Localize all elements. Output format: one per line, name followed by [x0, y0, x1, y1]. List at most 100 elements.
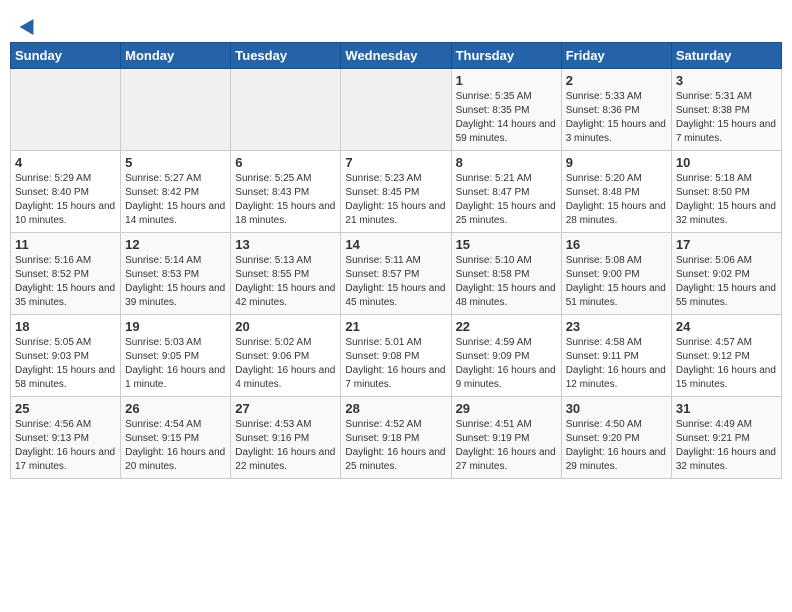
day-number: 27 [235, 401, 336, 416]
calendar-cell: 9 Sunrise: 5:20 AMSunset: 8:48 PMDaylight… [561, 151, 671, 233]
day-info: Sunrise: 5:13 AMSunset: 8:55 PMDaylight:… [235, 254, 336, 310]
day-info: Sunrise: 4:51 AMSunset: 9:19 PMDaylight:… [456, 418, 557, 474]
day-number: 22 [456, 319, 557, 334]
day-number: 17 [676, 237, 777, 252]
day-info: Sunrise: 5:06 AMSunset: 9:02 PMDaylight:… [676, 254, 777, 310]
calendar-cell: 13 Sunrise: 5:13 AMSunset: 8:55 PMDayligh… [231, 233, 341, 315]
calendar-cell: 28Sunrise: 4:52 AMSunset: 9:18 PMDayligh… [341, 397, 451, 479]
day-info: Sunrise: 4:53 AMSunset: 9:16 PMDaylight:… [235, 418, 336, 474]
day-number: 6 [235, 155, 336, 170]
day-info: Sunrise: 4:57 AMSunset: 9:12 PMDaylight:… [676, 336, 777, 392]
day-number: 8 [456, 155, 557, 170]
day-info: Sunrise: 5:10 AMSunset: 8:58 PMDaylight:… [456, 254, 557, 310]
calendar-cell: 23 Sunrise: 4:58 AMSunset: 9:11 PMDayligh… [561, 315, 671, 397]
day-number: 5 [125, 155, 226, 170]
calendar-cell: 8Sunrise: 5:21 AMSunset: 8:47 PMDaylight… [451, 151, 561, 233]
calendar-cell: 29 Sunrise: 4:51 AMSunset: 9:19 PMDayligh… [451, 397, 561, 479]
day-info: Sunrise: 5:05 AMSunset: 9:03 PMDaylight:… [15, 336, 116, 392]
weekday-header: Monday [121, 43, 231, 69]
day-number: 14 [345, 237, 446, 252]
calendar-cell: 12 Sunrise: 5:14 AMSunset: 8:53 PMDayligh… [121, 233, 231, 315]
weekday-header: Sunday [11, 43, 121, 69]
day-number: 13 [235, 237, 336, 252]
day-number: 1 [456, 73, 557, 88]
day-number: 31 [676, 401, 777, 416]
calendar-week-row: 25Sunrise: 4:56 AMSunset: 9:13 PMDayligh… [11, 397, 782, 479]
day-info: Sunrise: 5:20 AMSunset: 8:48 PMDaylight:… [566, 172, 667, 228]
day-info: Sunrise: 5:25 AMSunset: 8:43 PMDaylight:… [235, 172, 336, 228]
calendar-cell [341, 69, 451, 151]
calendar-cell: 20 Sunrise: 5:02 AMSunset: 9:06 PMDayligh… [231, 315, 341, 397]
day-info: Sunrise: 5:11 AMSunset: 8:57 PMDaylight:… [345, 254, 446, 310]
calendar-cell: 14 Sunrise: 5:11 AMSunset: 8:57 PMDayligh… [341, 233, 451, 315]
day-info: Sunrise: 4:50 AMSunset: 9:20 PMDaylight:… [566, 418, 667, 474]
day-info: Sunrise: 5:31 AMSunset: 8:38 PMDaylight:… [676, 90, 777, 146]
day-number: 28 [345, 401, 446, 416]
weekday-header: Saturday [671, 43, 781, 69]
day-number: 10 [676, 155, 777, 170]
calendar-cell: 22 Sunrise: 4:59 AMSunset: 9:09 PMDayligh… [451, 315, 561, 397]
calendar-cell: 24Sunrise: 4:57 AMSunset: 9:12 PMDayligh… [671, 315, 781, 397]
day-number: 9 [566, 155, 667, 170]
day-number: 20 [235, 319, 336, 334]
day-info: Sunrise: 5:23 AMSunset: 8:45 PMDaylight:… [345, 172, 446, 228]
calendar-week-row: 18 Sunrise: 5:05 AMSunset: 9:03 PMDayligh… [11, 315, 782, 397]
calendar-cell: 4 Sunrise: 5:29 AMSunset: 8:40 PMDaylight… [11, 151, 121, 233]
calendar-cell: 16 Sunrise: 5:08 AMSunset: 9:00 PMDayligh… [561, 233, 671, 315]
logo [20, 18, 38, 32]
calendar-cell: 2Sunrise: 5:33 AMSunset: 8:36 PMDaylight… [561, 69, 671, 151]
day-number: 30 [566, 401, 667, 416]
day-number: 19 [125, 319, 226, 334]
calendar-cell: 3Sunrise: 5:31 AMSunset: 8:38 PMDaylight… [671, 69, 781, 151]
day-info: Sunrise: 4:58 AMSunset: 9:11 PMDaylight:… [566, 336, 667, 392]
calendar-cell: 30 Sunrise: 4:50 AMSunset: 9:20 PMDayligh… [561, 397, 671, 479]
calendar-header-row: SundayMondayTuesdayWednesdayThursdayFrid… [11, 43, 782, 69]
day-info: Sunrise: 5:16 AMSunset: 8:52 PMDaylight:… [15, 254, 116, 310]
calendar-week-row: 11 Sunrise: 5:16 AMSunset: 8:52 PMDayligh… [11, 233, 782, 315]
calendar-cell: 25Sunrise: 4:56 AMSunset: 9:13 PMDayligh… [11, 397, 121, 479]
calendar-cell: 15Sunrise: 5:10 AMSunset: 8:58 PMDayligh… [451, 233, 561, 315]
day-info: Sunrise: 5:29 AMSunset: 8:40 PMDaylight:… [15, 172, 116, 228]
day-info: Sunrise: 5:18 AMSunset: 8:50 PMDaylight:… [676, 172, 777, 228]
day-info: Sunrise: 5:01 AMSunset: 9:08 PMDaylight:… [345, 336, 446, 392]
day-info: Sunrise: 5:03 AMSunset: 9:05 PMDaylight:… [125, 336, 226, 392]
calendar-cell [231, 69, 341, 151]
day-number: 4 [15, 155, 116, 170]
calendar-cell: 7 Sunrise: 5:23 AMSunset: 8:45 PMDaylight… [341, 151, 451, 233]
day-number: 23 [566, 319, 667, 334]
calendar-cell: 5 Sunrise: 5:27 AMSunset: 8:42 PMDaylight… [121, 151, 231, 233]
day-info: Sunrise: 4:59 AMSunset: 9:09 PMDaylight:… [456, 336, 557, 392]
day-info: Sunrise: 5:14 AMSunset: 8:53 PMDaylight:… [125, 254, 226, 310]
calendar-cell: 10 Sunrise: 5:18 AMSunset: 8:50 PMDayligh… [671, 151, 781, 233]
calendar-cell [11, 69, 121, 151]
calendar-table: SundayMondayTuesdayWednesdayThursdayFrid… [10, 42, 782, 479]
day-info: Sunrise: 5:33 AMSunset: 8:36 PMDaylight:… [566, 90, 667, 146]
day-number: 7 [345, 155, 446, 170]
day-info: Sunrise: 5:35 AMSunset: 8:35 PMDaylight:… [456, 90, 557, 146]
day-info: Sunrise: 5:02 AMSunset: 9:06 PMDaylight:… [235, 336, 336, 392]
calendar-cell: 27 Sunrise: 4:53 AMSunset: 9:16 PMDayligh… [231, 397, 341, 479]
calendar-week-row: 4 Sunrise: 5:29 AMSunset: 8:40 PMDaylight… [11, 151, 782, 233]
day-number: 21 [345, 319, 446, 334]
calendar-cell: 6 Sunrise: 5:25 AMSunset: 8:43 PMDaylight… [231, 151, 341, 233]
weekday-header: Wednesday [341, 43, 451, 69]
day-info: Sunrise: 4:54 AMSunset: 9:15 PMDaylight:… [125, 418, 226, 474]
day-number: 29 [456, 401, 557, 416]
day-number: 12 [125, 237, 226, 252]
calendar-cell: 21 Sunrise: 5:01 AMSunset: 9:08 PMDayligh… [341, 315, 451, 397]
day-number: 16 [566, 237, 667, 252]
day-info: Sunrise: 5:27 AMSunset: 8:42 PMDaylight:… [125, 172, 226, 228]
day-number: 26 [125, 401, 226, 416]
day-number: 11 [15, 237, 116, 252]
day-info: Sunrise: 5:08 AMSunset: 9:00 PMDaylight:… [566, 254, 667, 310]
calendar-cell: 17 Sunrise: 5:06 AMSunset: 9:02 PMDayligh… [671, 233, 781, 315]
calendar-cell [121, 69, 231, 151]
page-header [10, 10, 782, 38]
day-number: 18 [15, 319, 116, 334]
calendar-cell: 19 Sunrise: 5:03 AMSunset: 9:05 PMDayligh… [121, 315, 231, 397]
calendar-cell: 1 Sunrise: 5:35 AMSunset: 8:35 PMDaylight… [451, 69, 561, 151]
calendar-cell: 11 Sunrise: 5:16 AMSunset: 8:52 PMDayligh… [11, 233, 121, 315]
day-info: Sunrise: 4:56 AMSunset: 9:13 PMDaylight:… [15, 418, 116, 474]
calendar-cell: 26 Sunrise: 4:54 AMSunset: 9:15 PMDayligh… [121, 397, 231, 479]
logo-triangle-icon [20, 15, 41, 35]
